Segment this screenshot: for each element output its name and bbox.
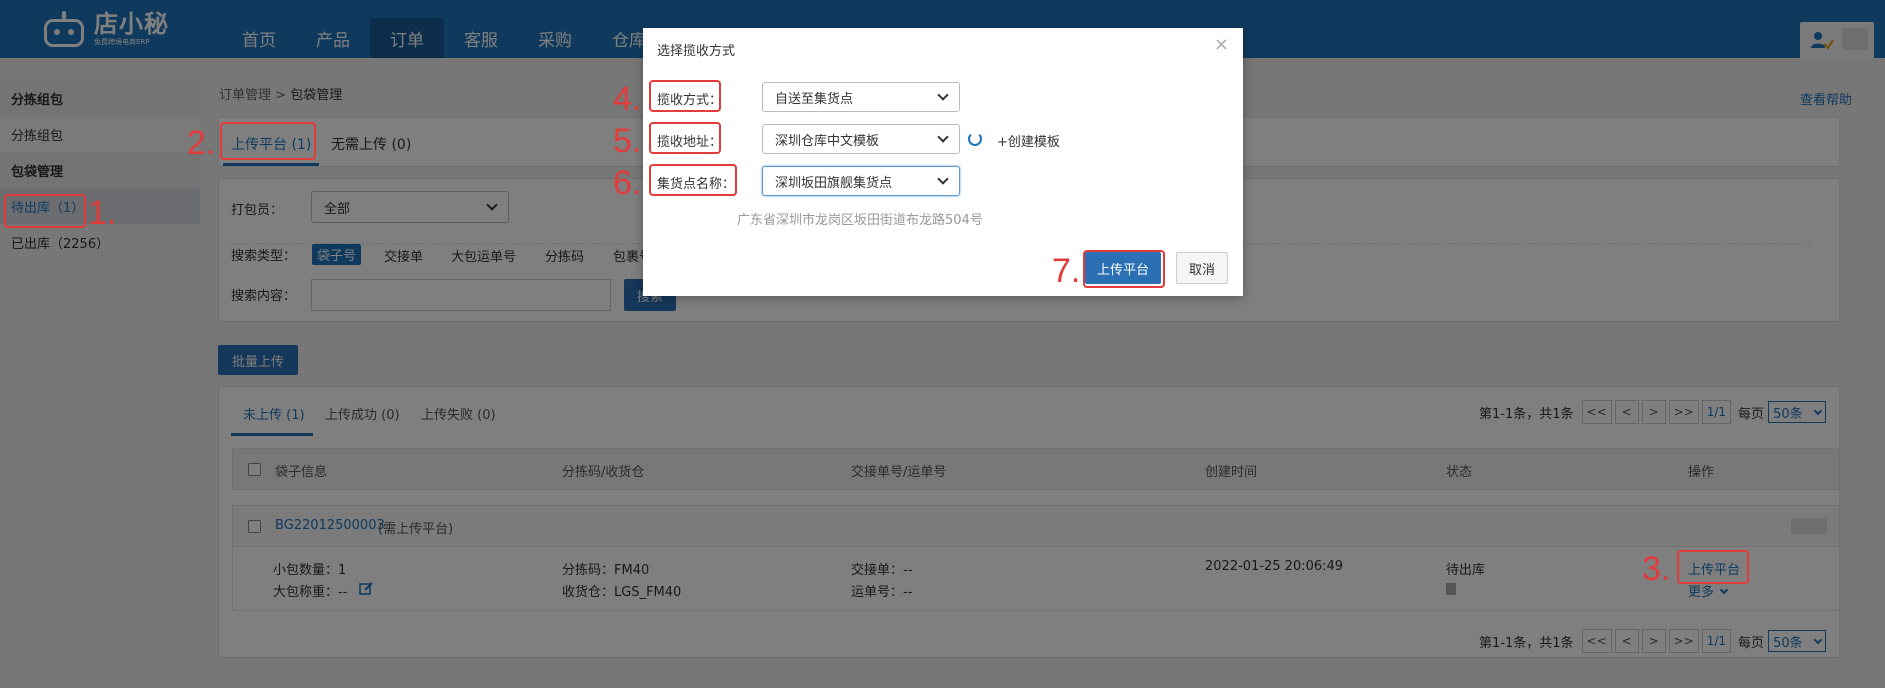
pickup-method-select[interactable]: 自送至集货点 [762,82,960,112]
collection-point-select[interactable]: 深圳坂田旗舰集货点 [762,166,960,196]
annotation-number-3: 3. [1642,550,1671,588]
annotation-box-7 [1083,250,1165,288]
annotation-number-4: 4. [613,80,642,118]
collection-point-address: 广东省深圳市龙岗区坂田街道布龙路504号 [737,213,983,228]
annotation-box-6 [649,164,737,196]
pickup-address-select[interactable]: 深圳仓库中文模板 [762,124,960,154]
cancel-button[interactable]: 取消 [1176,252,1228,284]
dialog-title: 选择揽收方式 [657,44,736,59]
annotation-box-5 [649,122,721,154]
annotation-number-1: 1. [88,194,117,232]
annotation-box-3 [1677,550,1749,584]
pickup-address-value: 深圳仓库中文模板 [775,133,880,149]
create-template-link[interactable]: +创建模板 [997,131,1060,150]
close-icon[interactable]: × [1214,34,1229,55]
chevron-down-icon [937,89,949,101]
annotation-number-5: 5. [613,122,642,160]
collection-point-value: 深圳坂田旗舰集货点 [775,175,893,191]
annotation-box-4 [649,80,721,112]
annotation-number-7: 7. [1052,252,1081,290]
refresh-icon[interactable] [968,132,982,146]
annotation-number-2: 2. [187,124,216,162]
annotation-box-2 [220,122,316,160]
pickup-method-value: 自送至集货点 [775,91,854,107]
chevron-down-icon [937,131,949,143]
chevron-down-icon [937,173,949,185]
pickup-method-dialog: 选择揽收方式 × 揽收方式： 自送至集货点 揽收地址： 深圳仓库中文模板 +创建… [613,28,1243,296]
annotation-box-1 [4,194,86,228]
annotation-number-6: 6. [613,164,642,202]
